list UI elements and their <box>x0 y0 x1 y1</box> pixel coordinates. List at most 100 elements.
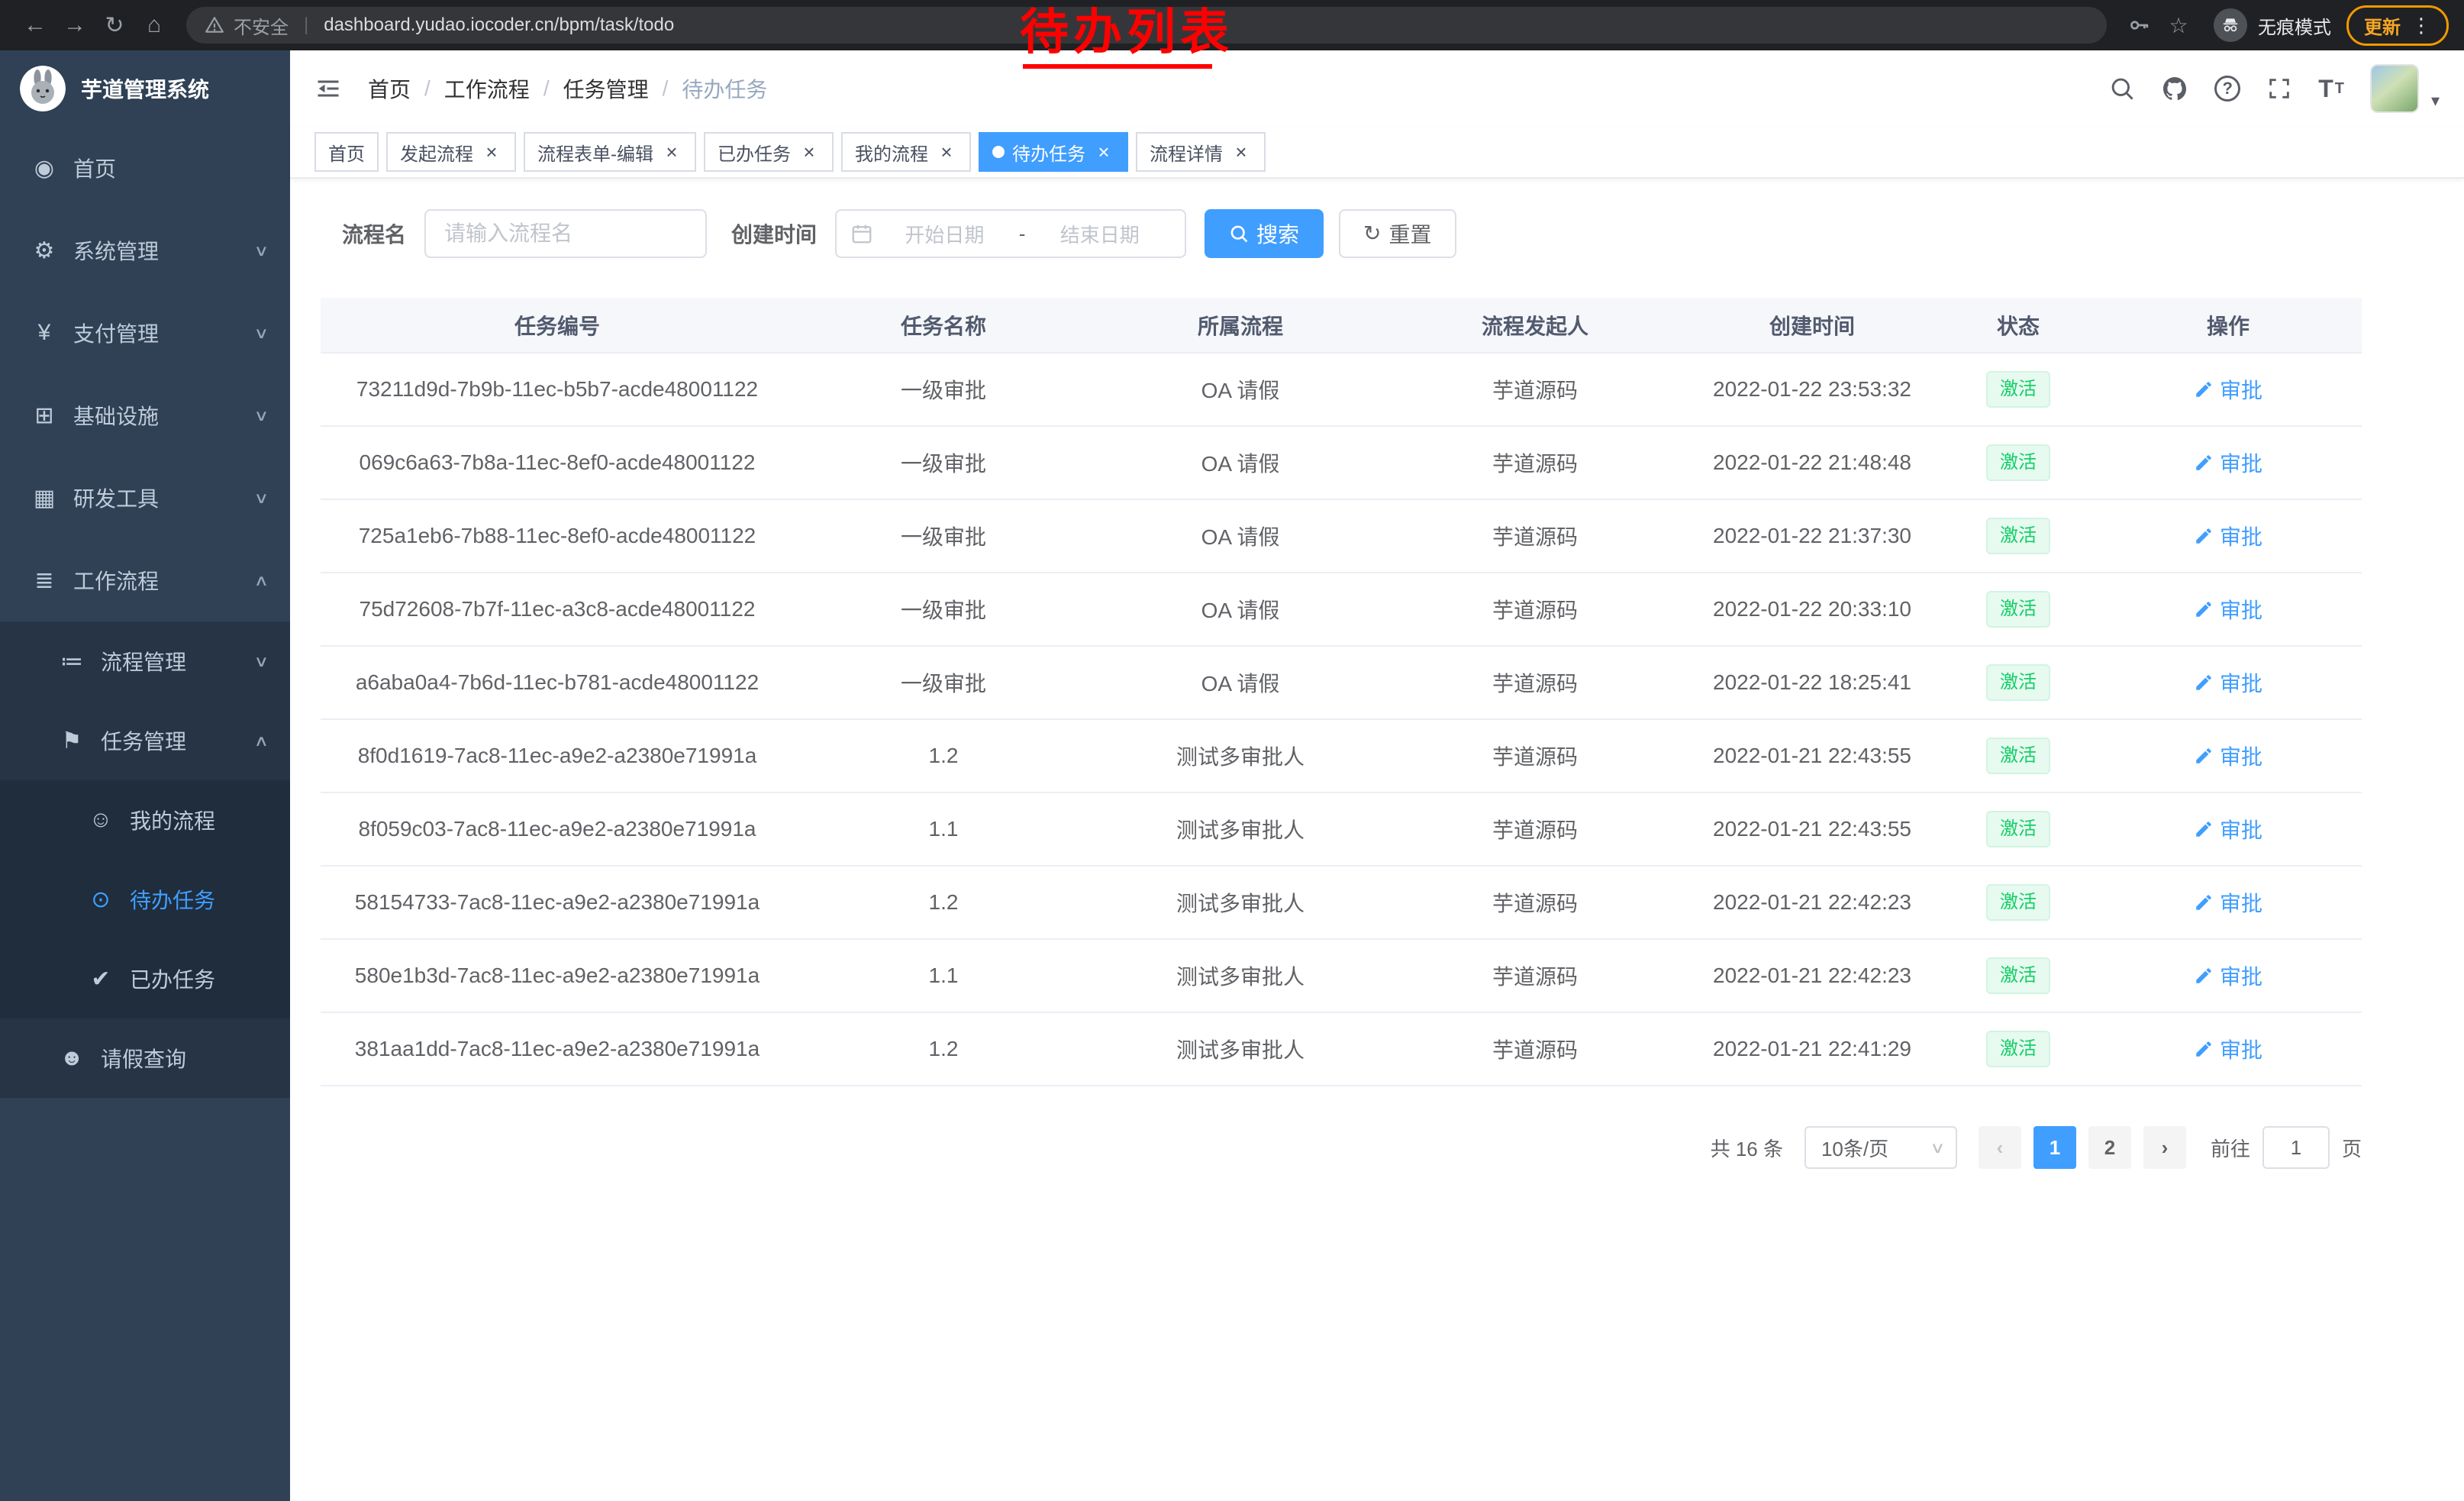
reload-icon[interactable]: ↻ <box>95 12 134 39</box>
avatar-caret-icon[interactable]: ▾ <box>2431 91 2440 111</box>
page-size-select[interactable]: 10条/页 ∨ <box>1804 1126 1957 1169</box>
view-tab[interactable]: 待办任务 × <box>979 132 1128 172</box>
sidebar-item-label: 待办任务 <box>130 884 215 915</box>
sidebar-item[interactable]: ☻ 请假查询 <box>0 1018 290 1098</box>
status-cell: 激活 <box>1942 426 2095 499</box>
sidebar-item-label: 基础设施 <box>73 400 159 431</box>
tab-close-icon[interactable]: × <box>1230 141 1252 163</box>
reset-button[interactable]: ↻ 重置 <box>1339 209 1456 258</box>
view-tab[interactable]: 流程表单-编辑 × <box>524 132 696 172</box>
filter-bar: 流程名 创建时间 开始日期 - 结束日期 搜索 ↻ <box>321 209 2362 258</box>
search-button-label: 搜索 <box>1256 218 1299 249</box>
tab-close-icon[interactable]: × <box>661 141 682 163</box>
browser-menu-icon[interactable]: ⋮ <box>2411 14 2431 37</box>
forward-icon[interactable]: → <box>55 12 95 38</box>
back-icon[interactable]: ← <box>15 12 55 38</box>
sidebar-item[interactable]: ⊞ 基础设施 ∨ <box>0 374 290 457</box>
process-cell: 测试多审批人 <box>1093 1012 1388 1086</box>
column-header-process: 所属流程 <box>1093 298 1388 353</box>
status-badge: 激活 <box>1986 811 2050 847</box>
sidebar-item-label: 系统管理 <box>73 235 159 266</box>
view-tab[interactable]: 我的流程 × <box>841 132 971 172</box>
initiator-cell: 芋道源码 <box>1388 426 1682 499</box>
approve-link-label: 审批 <box>2220 521 2262 551</box>
app-logo-row[interactable]: 芋道管理系统 <box>0 50 290 127</box>
view-tab[interactable]: 发起流程 × <box>386 132 516 172</box>
approve-link[interactable]: 审批 <box>2194 887 2262 918</box>
breadcrumb-item[interactable]: 任务管理 <box>563 73 649 104</box>
prev-page-button[interactable]: ‹ <box>1979 1126 2021 1169</box>
sidebar-item-label: 已办任务 <box>130 964 215 994</box>
select-caret-icon: ∨ <box>1930 1138 1945 1157</box>
approve-link[interactable]: 审批 <box>2194 521 2262 551</box>
bookmark-star-icon[interactable]: ☆ <box>2159 13 2198 38</box>
search-button-icon <box>1229 224 1249 244</box>
approve-link[interactable]: 审批 <box>2194 814 2262 844</box>
search-icon[interactable] <box>2109 76 2135 102</box>
sidebar-item[interactable]: ⚙ 系统管理 ∨ <box>0 209 290 292</box>
task-id-cell: 069c6a63-7b8a-11ec-8ef0-acde48001122 <box>321 426 794 499</box>
approve-link[interactable]: 审批 <box>2194 374 2262 405</box>
breadcrumb-item[interactable]: 待办任务 <box>682 73 767 104</box>
sidebar-item[interactable]: ≣ 工作流程 ∧ <box>0 539 290 621</box>
view-tab[interactable]: 首页 <box>314 132 379 172</box>
sidebar-item[interactable]: ⊙ 待办任务 <box>0 860 290 939</box>
status-cell: 激活 <box>1942 646 2095 719</box>
user-avatar[interactable] <box>2370 64 2419 113</box>
update-label: 更新 <box>2364 12 2401 39</box>
breadcrumb-item[interactable]: 首页 <box>368 73 411 104</box>
initiator-cell: 芋道源码 <box>1388 866 1682 939</box>
sidebar-item[interactable]: ☺ 我的流程 <box>0 780 290 860</box>
password-key-icon[interactable] <box>2119 13 2159 37</box>
approve-link[interactable]: 审批 <box>2194 1034 2262 1064</box>
font-size-icon[interactable] <box>2318 75 2344 103</box>
date-range-picker[interactable]: 开始日期 - 结束日期 <box>835 209 1186 258</box>
sidebar-item[interactable]: ¥ 支付管理 ∨ <box>0 292 290 374</box>
fold-menu-icon[interactable] <box>314 75 342 102</box>
approve-link[interactable]: 审批 <box>2194 594 2262 625</box>
edit-pencil-icon <box>2194 379 2214 399</box>
home-icon[interactable]: ⌂ <box>134 12 174 38</box>
view-tab[interactable]: 已办任务 × <box>704 132 834 172</box>
approve-link[interactable]: 审批 <box>2194 447 2262 478</box>
process-name-input[interactable] <box>424 209 707 258</box>
page-number-button[interactable]: 1 <box>2033 1126 2076 1169</box>
next-page-button[interactable]: › <box>2143 1126 2186 1169</box>
fullscreen-icon[interactable] <box>2266 76 2292 102</box>
browser-window: ← → ↻ ⌂ 不安全 | dashboard.yudao.iocoder.cn… <box>0 0 2464 1501</box>
edit-pencil-icon <box>2194 453 2214 473</box>
approve-link[interactable]: 审批 <box>2194 741 2262 771</box>
tab-close-icon[interactable]: × <box>798 141 820 163</box>
tab-close-icon[interactable]: × <box>936 141 957 163</box>
task-id-cell: 73211d9d-7b9b-11ec-b5b7-acde48001122 <box>321 353 794 426</box>
breadcrumb-separator: / <box>424 76 431 101</box>
sidebar-item[interactable]: ≔ 流程管理 ∨ <box>0 621 290 701</box>
actions-cell: 审批 <box>2095 719 2362 792</box>
tab-close-icon[interactable]: × <box>481 141 502 163</box>
created-cell: 2022-01-22 20:33:10 <box>1682 573 1942 646</box>
approve-link[interactable]: 审批 <box>2194 667 2262 698</box>
column-header-initiator: 流程发起人 <box>1388 298 1682 353</box>
breadcrumb-separator: / <box>663 76 669 101</box>
page-number-button[interactable]: 2 <box>2088 1126 2131 1169</box>
update-button[interactable]: 更新 ⋮ <box>2346 5 2449 46</box>
task-name-cell: 1.1 <box>794 792 1093 866</box>
help-icon[interactable]: ? <box>2214 76 2240 102</box>
view-tab[interactable]: 流程详情 × <box>1136 132 1266 172</box>
sidebar-item[interactable]: ◉ 首页 <box>0 127 290 209</box>
sidebar-item[interactable]: ✔ 已办任务 <box>0 939 290 1018</box>
search-button[interactable]: 搜索 <box>1205 209 1324 258</box>
github-icon[interactable] <box>2161 75 2188 102</box>
approve-link[interactable]: 审批 <box>2194 960 2262 991</box>
tab-close-icon[interactable]: × <box>1093 141 1114 163</box>
tabs-bar: 首页 发起流程 × 流程表单-编辑 × <box>290 127 2464 179</box>
breadcrumb-item[interactable]: 工作流程 <box>444 73 530 104</box>
sidebar-item[interactable]: ⚑ 任务管理 ∧ <box>0 701 290 780</box>
status-badge: 激活 <box>1986 664 2050 701</box>
incognito-label: 无痕模式 <box>2258 12 2331 39</box>
sidebar-item[interactable]: ▦ 研发工具 ∨ <box>0 457 290 539</box>
status-badge: 激活 <box>1986 371 2050 408</box>
annotation-text: 待办列表 <box>1020 5 1234 61</box>
goto-page-input[interactable] <box>2262 1126 2330 1169</box>
status-cell: 激活 <box>1942 353 2095 426</box>
